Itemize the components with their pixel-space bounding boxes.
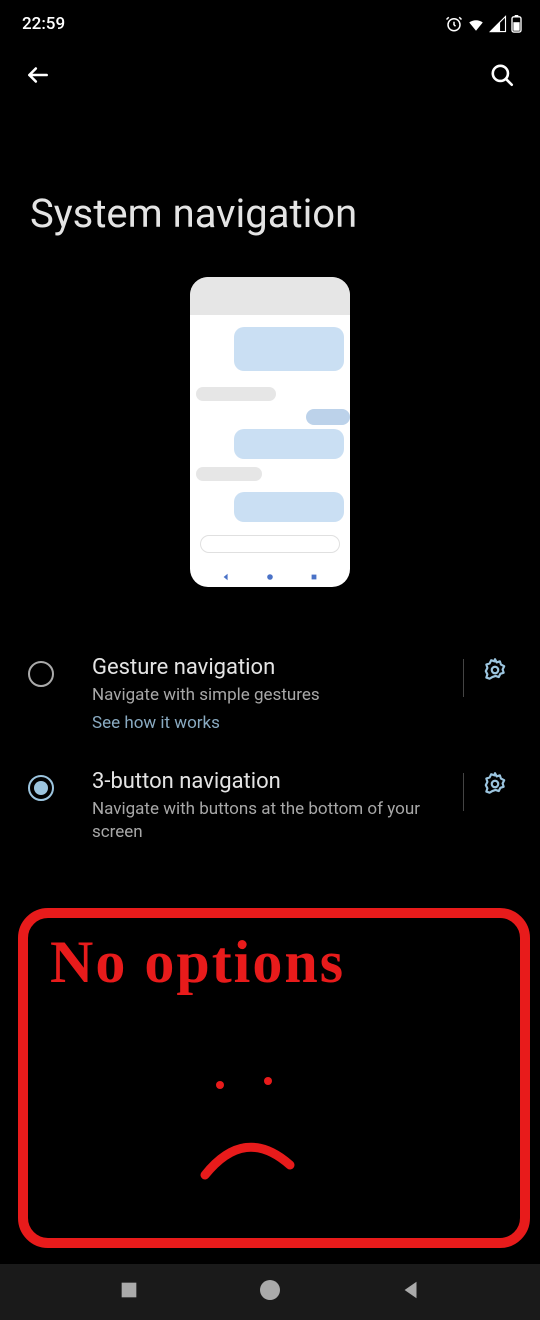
- radio-gesture[interactable]: [28, 661, 54, 687]
- system-navigation-bar: [0, 1264, 540, 1320]
- divider: [463, 659, 464, 697]
- gear-icon: [482, 657, 508, 683]
- option-title: 3-button navigation: [92, 769, 455, 794]
- option-three-button-navigation[interactable]: 3-button navigation Navigate with button…: [0, 751, 540, 862]
- preview-back-icon: [222, 573, 230, 581]
- home-button[interactable]: [258, 1278, 282, 1306]
- gear-icon: [482, 771, 508, 797]
- option-desc: Navigate with buttons at the bottom of y…: [92, 798, 455, 844]
- user-annotation-text: No options: [50, 928, 345, 997]
- app-bar: [0, 40, 540, 110]
- option-text: 3-button navigation Navigate with button…: [92, 769, 455, 844]
- status-time: 22:59: [22, 14, 65, 34]
- triangle-left-icon: [400, 1279, 422, 1301]
- recents-button[interactable]: [118, 1279, 140, 1305]
- back-button[interactable]: [400, 1279, 422, 1305]
- signal-icon: [489, 15, 507, 33]
- option-desc: Navigate with simple gestures: [92, 684, 455, 707]
- option-title: Gesture navigation: [92, 655, 455, 680]
- status-icons: [445, 15, 522, 33]
- option-gesture-navigation[interactable]: Gesture navigation Navigate with simple …: [0, 637, 540, 751]
- preview-home-icon: [266, 573, 274, 581]
- option-text: Gesture navigation Navigate with simple …: [92, 655, 455, 733]
- gesture-settings-button[interactable]: [482, 657, 522, 687]
- see-how-it-works-link[interactable]: See how it works: [92, 713, 455, 733]
- preview-recents-icon: [310, 573, 318, 581]
- arrow-left-icon: [25, 62, 51, 88]
- alarm-icon: [445, 15, 463, 33]
- frown-icon: [190, 1055, 310, 1185]
- battery-icon: [511, 15, 522, 33]
- radio-three-button[interactable]: [28, 775, 54, 801]
- search-icon: [489, 62, 515, 88]
- back-button[interactable]: [18, 55, 58, 95]
- navigation-preview: [190, 277, 350, 587]
- user-annotation-box: [18, 908, 530, 1248]
- three-button-settings-button[interactable]: [482, 771, 522, 801]
- status-bar: 22:59: [0, 0, 540, 40]
- circle-icon: [258, 1278, 282, 1302]
- divider: [463, 773, 464, 811]
- search-button[interactable]: [482, 55, 522, 95]
- square-icon: [118, 1279, 140, 1301]
- wifi-icon: [467, 15, 485, 33]
- page-title: System navigation: [0, 110, 540, 277]
